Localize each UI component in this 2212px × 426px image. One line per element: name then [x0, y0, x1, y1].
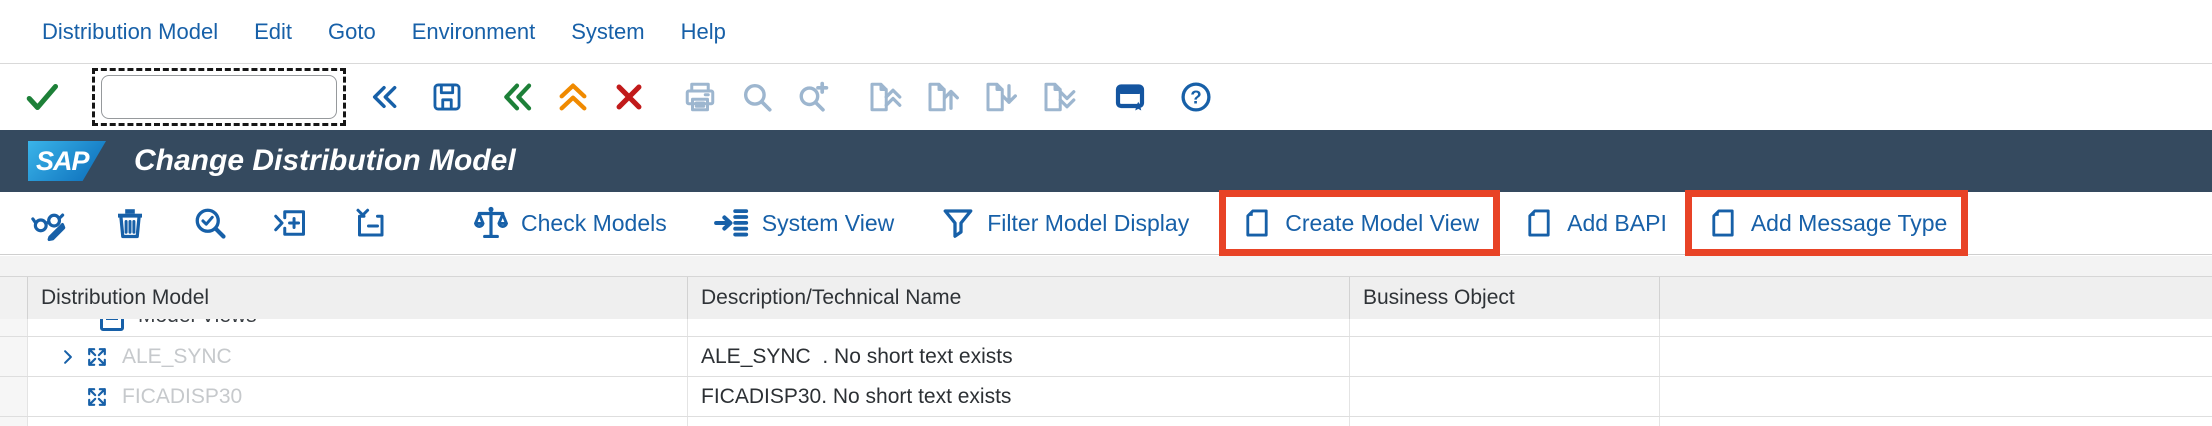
sap-logo-text: SAP [28, 146, 89, 177]
command-field[interactable] [101, 75, 337, 119]
model-views-node-icon [100, 319, 124, 331]
new-document-icon [1706, 206, 1740, 240]
model-view-expand-icon [84, 384, 110, 410]
column-header-description[interactable]: Description/Technical Name [688, 277, 1350, 319]
distribution-model-table: Distribution Model Description/Technical… [0, 256, 2212, 426]
menu-help[interactable]: Help [681, 19, 726, 45]
menu-bar: Distribution Model Edit Goto Environment… [0, 0, 2212, 64]
sap-logo: SAP [28, 141, 106, 181]
new-session-icon[interactable] [1112, 79, 1148, 115]
new-document-icon [1240, 206, 1274, 240]
next-page-icon[interactable] [982, 79, 1018, 115]
collapse-node-icon[interactable] [352, 205, 388, 241]
table-row-ale-sync[interactable]: ALE_SYNC ALE_SYNC . No short text exists [0, 337, 2212, 377]
table-row-model-views-partial[interactable]: Model Views [0, 319, 2212, 337]
scales-icon [472, 204, 510, 242]
find-icon[interactable] [740, 80, 774, 114]
previous-page-icon[interactable] [924, 79, 960, 115]
display-change-icon[interactable] [30, 204, 68, 242]
check-models-button[interactable]: Check Models [472, 204, 667, 242]
insert-node-icon[interactable] [272, 205, 308, 241]
column-header-distribution-model[interactable]: Distribution Model [28, 277, 688, 319]
filter-icon [940, 205, 976, 241]
print-icon[interactable] [682, 79, 718, 115]
menu-goto[interactable]: Goto [328, 19, 376, 45]
new-document-icon [1522, 206, 1556, 240]
standard-toolbar: ? [0, 64, 2212, 130]
title-bar: SAP Change Distribution Model [0, 130, 2212, 192]
menu-environment[interactable]: Environment [412, 19, 536, 45]
menu-system[interactable]: System [571, 19, 644, 45]
find-next-icon[interactable] [796, 80, 830, 114]
tree-item-label: Model Views [138, 319, 257, 328]
exit-icon[interactable] [556, 80, 590, 114]
description-text: ALE_SYNC . No short text exists [688, 345, 1013, 369]
check-models-label: Check Models [521, 210, 667, 237]
table-row-partial-bottom [0, 417, 2212, 426]
application-toolbar: Check Models System View Filter Model Di… [0, 192, 2212, 255]
system-view-icon [713, 204, 751, 242]
system-view-label: System View [762, 210, 895, 237]
first-page-icon[interactable] [866, 79, 902, 115]
filter-model-display-label: Filter Model Display [987, 210, 1189, 237]
table-header-row: Distribution Model Description/Technical… [0, 276, 2212, 320]
add-bapi-button[interactable]: Add BAPI [1522, 206, 1667, 240]
save-icon[interactable] [430, 80, 464, 114]
command-field-focus-frame [92, 68, 346, 126]
last-page-icon[interactable] [1040, 79, 1076, 115]
menu-edit[interactable]: Edit [254, 19, 292, 45]
system-view-button[interactable]: System View [713, 204, 895, 242]
sap-gui-window: Distribution Model Edit Goto Environment… [0, 0, 2212, 426]
create-model-view-label: Create Model View [1285, 210, 1479, 237]
table-row-ficadisp30[interactable]: FICADISP30 FICADISP30. No short text exi… [0, 377, 2212, 417]
table-header-gutter [0, 277, 28, 319]
collapse-field-icon[interactable] [368, 81, 400, 113]
expand-chevron-icon[interactable] [58, 347, 78, 367]
column-header-empty [1660, 277, 2212, 319]
enter-check-icon[interactable] [24, 79, 60, 115]
add-message-type-label: Add Message Type [1751, 210, 1947, 237]
back-icon[interactable] [500, 80, 534, 114]
description-text: FICADISP30. No short text exists [688, 385, 1011, 409]
svg-text:?: ? [1190, 87, 1201, 108]
add-bapi-label: Add BAPI [1567, 210, 1667, 237]
tree-item-label: ALE_SYNC [122, 345, 232, 369]
tree-item-label: FICADISP30 [122, 385, 242, 409]
table-body: Model Views ALE_SYNC [0, 319, 2212, 426]
create-model-view-button[interactable]: Create Model View [1219, 190, 1500, 256]
column-header-business-object[interactable]: Business Object [1350, 277, 1660, 319]
filter-model-display-button[interactable]: Filter Model Display [940, 205, 1189, 241]
menu-distribution-model[interactable]: Distribution Model [42, 19, 218, 45]
page-title: Change Distribution Model [134, 144, 516, 178]
delete-icon[interactable] [112, 205, 148, 241]
display-check-icon[interactable] [192, 205, 228, 241]
cancel-icon[interactable] [612, 80, 646, 114]
help-icon[interactable]: ? [1178, 79, 1214, 115]
model-view-expand-icon [84, 344, 110, 370]
add-message-type-button[interactable]: Add Message Type [1685, 190, 1968, 256]
